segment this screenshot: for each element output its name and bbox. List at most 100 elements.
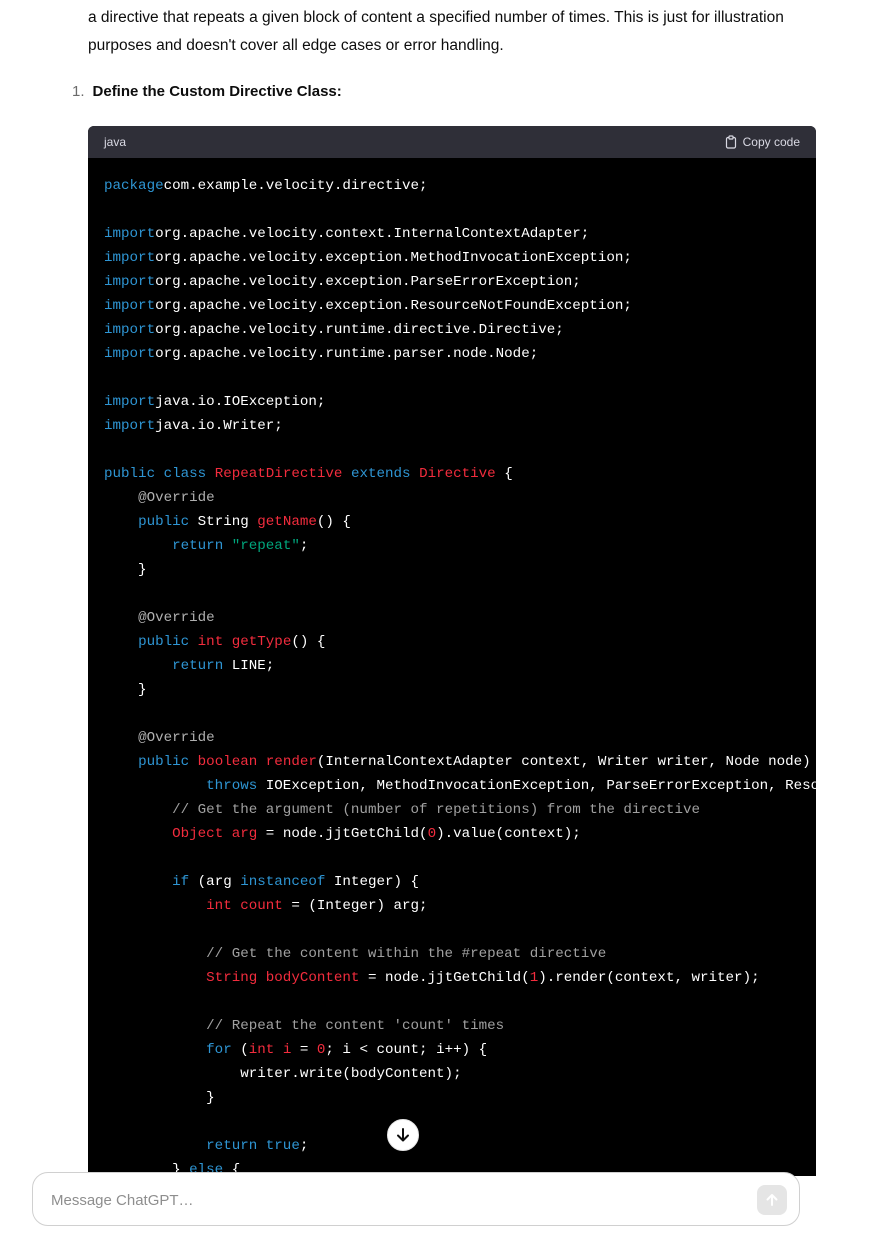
code-token: LINE; xyxy=(223,658,275,674)
code-token: @Override xyxy=(138,490,215,506)
code-line: writer.write(bodyContent); xyxy=(104,1062,816,1086)
arrow-up-icon xyxy=(766,1194,778,1206)
code-token: return xyxy=(172,538,224,554)
code-line: importorg.apache.velocity.exception.Pars… xyxy=(104,270,816,294)
code-token: org.apache.velocity.runtime.directive.Di… xyxy=(155,322,564,338)
code-token: ).value(context); xyxy=(436,826,581,842)
code-token: import xyxy=(104,394,156,410)
clipboard-icon xyxy=(725,135,736,149)
code-line: importjava.io.IOException; xyxy=(104,390,816,414)
code-token: import xyxy=(104,226,156,242)
code-token: boolean xyxy=(197,754,258,770)
code-token: @Override xyxy=(138,610,215,626)
code-token: import xyxy=(104,418,156,434)
code-token: render xyxy=(265,754,317,770)
code-line: if (arg instanceof Integer) { xyxy=(104,870,816,894)
code-token: ( xyxy=(231,1042,249,1058)
code-line: @Override xyxy=(104,486,816,510)
message-input[interactable] xyxy=(49,1187,733,1213)
code-token: org.apache.velocity.context.InternalCont… xyxy=(155,226,590,242)
code-token: ).render(context, writer); xyxy=(538,970,760,986)
code-token: (arg xyxy=(189,874,241,890)
code-header: java Copy code xyxy=(88,126,816,158)
code-token: 1 xyxy=(529,970,539,986)
code-token: getType xyxy=(231,634,292,650)
code-token: // Get the argument (number of repetitio… xyxy=(172,802,700,818)
code-line: } xyxy=(104,678,816,702)
code-token: = node.jjtGetChild( xyxy=(257,826,428,842)
code-token: instanceof xyxy=(240,874,326,890)
code-token: (InternalContextAdapter context, Writer … xyxy=(316,754,811,770)
code-line: throws IOException, MethodInvocationExce… xyxy=(104,774,816,798)
scroll-to-bottom-button[interactable] xyxy=(387,1119,419,1151)
code-token: com.example.velocity.directive; xyxy=(163,178,428,194)
code-token: org.apache.velocity.exception.ParseError… xyxy=(155,274,581,290)
code-token: ; i < count; i++) { xyxy=(325,1042,488,1058)
code-content: packagecom.example.velocity.directive; i… xyxy=(88,158,816,1176)
code-line: return true; xyxy=(104,1134,816,1158)
code-token: org.apache.velocity.runtime.parser.node.… xyxy=(155,346,539,362)
send-button[interactable] xyxy=(757,1185,787,1215)
code-token: "repeat" xyxy=(231,538,300,554)
copy-code-button[interactable]: Copy code xyxy=(724,135,800,149)
code-token: } xyxy=(104,1090,215,1106)
code-line: int count = (Integer) arg; xyxy=(104,894,816,918)
code-token: import xyxy=(104,274,156,290)
code-line: return "repeat"; xyxy=(104,534,816,558)
code-line: // Get the content within the #repeat di… xyxy=(104,942,816,966)
code-line: return LINE; xyxy=(104,654,816,678)
code-token: = (Integer) arg; xyxy=(282,898,428,914)
code-token: public xyxy=(138,754,190,770)
code-token: } xyxy=(104,562,147,578)
code-line: importorg.apache.velocity.context.Intern… xyxy=(104,222,816,246)
code-token: writer.write(bodyContent); xyxy=(104,1066,462,1082)
code-line: importorg.apache.velocity.runtime.direct… xyxy=(104,318,816,342)
code-language: java xyxy=(104,135,127,149)
code-token: public xyxy=(138,634,190,650)
code-line: for (int i = 0; i < count; i++) { xyxy=(104,1038,816,1062)
copy-code-label: Copy code xyxy=(742,135,800,149)
arrow-down-icon xyxy=(397,1128,409,1142)
code-token: import xyxy=(104,346,156,362)
code-token: import xyxy=(104,322,156,338)
code-token: return xyxy=(206,1138,258,1154)
code-token: org.apache.velocity.exception.MethodInvo… xyxy=(155,250,632,266)
code-token: package xyxy=(104,178,164,194)
code-token: String xyxy=(206,970,258,986)
code-token: extends xyxy=(350,466,411,482)
code-token: Integer) { xyxy=(325,874,420,890)
code-line: public int getType() { xyxy=(104,630,816,654)
code-token: () { xyxy=(291,634,326,650)
code-token: Directive xyxy=(419,466,496,482)
code-token: // Repeat the content 'count' times xyxy=(206,1018,505,1034)
code-line: @Override xyxy=(104,726,816,750)
code-token: public xyxy=(104,466,156,482)
